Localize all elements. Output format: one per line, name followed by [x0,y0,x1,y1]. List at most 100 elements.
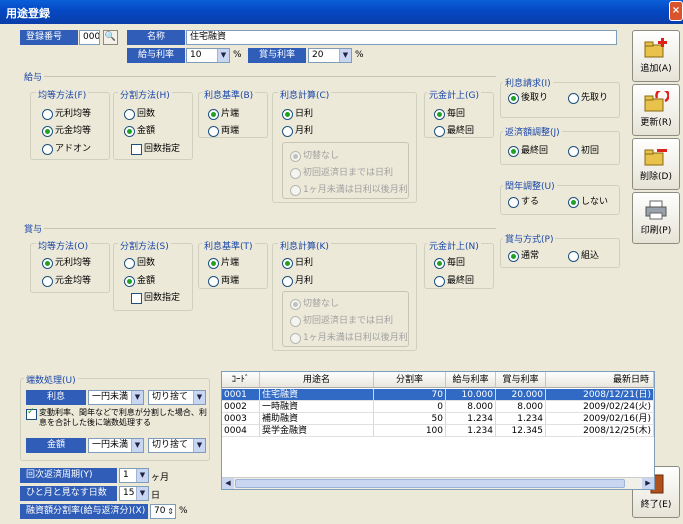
bonus-divider [24,228,496,229]
table-row[interactable]: 0002 一時融資 0 8.000 8.000 2009/02/24(火) [222,401,654,413]
bonus-rate-percent: % [355,50,364,60]
scroll-thumb[interactable] [235,479,625,488]
table-row[interactable]: 0001 住宅融資 70 10.000 20.000 2008/12/21(日) [222,389,654,401]
rounding-sum-check[interactable]: 変動利率、閏年などで利息が分割した場合、利息を合計した後に端数処理する [26,407,208,430]
rounding-amount-unit[interactable]: 一円未満 ▼ [88,438,144,453]
bonus-split-option-2[interactable]: 金額 [124,275,155,287]
salary-split-option-1[interactable]: 回数 [124,108,155,120]
add-button-label: 追加(A) [640,64,672,74]
bonus-calc-option-2[interactable]: 月利 [282,275,313,287]
salary-principal-option-1[interactable]: 毎回 [434,108,465,120]
bonus-equal-option-2[interactable]: 元金均等 [42,275,91,287]
bonus-principal-option-1[interactable]: 毎回 [434,257,465,269]
cell-salary-rate: 8.000 [446,401,496,413]
leap-adjust-option-2[interactable]: しない [568,196,608,208]
rounding-interest-unit-value: 一円未満 [92,392,129,402]
chevron-down-icon[interactable]: ▼ [136,487,148,500]
bonus-base-option-1[interactable]: 片端 [208,257,239,269]
cell-name: 補助融資 [260,413,374,425]
name-label: 名称 [127,30,185,45]
bonus-split-option-1[interactable]: 回数 [124,257,155,269]
bonus-base-label: 利息基準(T) [202,239,255,252]
days-combo[interactable]: 15 ▼ [119,486,149,501]
update-folder-icon [644,91,669,112]
cycle-unit: ヶ月 [151,473,170,483]
cell-code: 0004 [222,425,260,437]
scroll-left-icon[interactable]: ◀ [222,478,234,489]
col-header-bonus-rate[interactable]: 賞与利率 [496,372,546,388]
table-row[interactable]: 0004 奨学金融資 100 1.234 12.345 2008/12/25(木… [222,425,654,437]
bonus-calc-sub-2[interactable]: 初回返済日までは日利 [290,315,393,327]
cell-code: 0001 [222,389,260,401]
col-header-updated[interactable]: 最新日時 [546,372,654,388]
salary-equal-option-3[interactable]: アドオン [42,143,91,155]
rounding-amount-unit-value: 一円未満 [92,440,129,450]
interest-claim-option-2[interactable]: 先取り [568,92,608,104]
add-folder-icon [644,38,667,58]
chevron-down-icon[interactable]: ▼ [131,391,143,404]
rounding-interest-unit[interactable]: 一円未満 ▼ [88,390,144,405]
window-title: 用途登録 [6,7,50,20]
chevron-down-icon[interactable]: ▼ [217,49,229,62]
delete-button[interactable]: 削除(D) [632,138,680,190]
print-button[interactable]: 印刷(P) [632,192,680,244]
spinner-icon[interactable]: ⇕ [167,505,174,518]
salary-calc-sub-1[interactable]: 切替なし [290,150,339,162]
bonus-calc-sub-1[interactable]: 切替なし [290,298,339,310]
salary-calc-option-1[interactable]: 日利 [282,108,313,120]
bonus-split-count-check[interactable]: 回数指定 [131,292,180,304]
salary-split-count-check[interactable]: 回数指定 [131,143,180,155]
chevron-down-icon[interactable]: ▼ [193,391,205,404]
chevron-down-icon[interactable]: ▼ [193,439,205,452]
col-header-split[interactable]: 分割率 [374,372,446,388]
bonus-base-option-2[interactable]: 両端 [208,275,239,287]
bonus-title: 賞与 [22,222,45,235]
chevron-down-icon[interactable]: ▼ [131,439,143,452]
salary-calc-option-2[interactable]: 月利 [282,125,313,137]
update-button-label: 更新(R) [640,118,672,128]
bonus-calc-sub-3[interactable]: 1ヶ月未満は日利以後月利 [290,332,408,344]
salary-calc-sub-3[interactable]: 1ヶ月未満は日利以後月利 [290,184,408,196]
col-header-name[interactable]: 用途名 [260,372,374,388]
update-button[interactable]: 更新(R) [632,84,680,136]
bonus-rate-combo[interactable]: 20 ▼ [308,48,352,63]
cell-split: 100 [374,425,446,437]
repay-adjust-option-2[interactable]: 初回 [568,145,599,157]
cell-updated: 2009/02/16(月) [546,413,654,425]
leap-adjust-option-1[interactable]: する [508,196,539,208]
salary-principal-option-2[interactable]: 最終回 [434,125,474,137]
salary-equal-option-1[interactable]: 元利均等 [42,108,91,120]
table-hscrollbar[interactable]: ◀ ▶ [222,477,654,489]
ratio-spinner[interactable]: 70 ⇕ [150,504,176,519]
salary-base-option-1[interactable]: 片端 [208,108,239,120]
rounding-interest-mode[interactable]: 切り捨て ▼ [148,390,206,405]
bonus-calc-option-1[interactable]: 日利 [282,257,313,269]
bonus-equal-option-1[interactable]: 元利均等 [42,257,91,269]
bonus-principal-option-2[interactable]: 最終回 [434,275,474,287]
close-button[interactable]: × [669,1,683,21]
cycle-combo[interactable]: 1 ▼ [119,468,149,483]
salary-rate-label: 給与利率 [127,48,185,63]
salary-equal-option-2[interactable]: 元金均等 [42,125,91,137]
salary-base-option-2[interactable]: 両端 [208,125,239,137]
cell-salary-rate: 1.234 [446,425,496,437]
add-button[interactable]: 追加(A) [632,30,680,82]
col-header-code[interactable]: ｺｰﾄﾞ [222,372,260,388]
salary-calc-sub-2[interactable]: 初回返済日までは日利 [290,167,393,179]
col-header-salary-rate[interactable]: 給与利率 [446,372,496,388]
reg-no-input[interactable]: 0001 [79,30,100,45]
cell-name: 奨学金融資 [260,425,374,437]
chevron-down-icon[interactable]: ▼ [136,469,148,482]
bonus-method-option-2[interactable]: 組込 [568,250,599,262]
name-input[interactable]: 住宅融資 [186,30,617,45]
repay-adjust-option-1[interactable]: 最終回 [508,145,548,157]
salary-rate-combo[interactable]: 10 ▼ [186,48,230,63]
rounding-amount-mode[interactable]: 切り捨て ▼ [148,438,206,453]
salary-split-option-2[interactable]: 金額 [124,125,155,137]
bonus-method-option-1[interactable]: 通常 [508,250,539,262]
chevron-down-icon[interactable]: ▼ [339,49,351,62]
table-row[interactable]: 0003 補助融資 50 1.234 1.234 2009/02/16(月) [222,413,654,425]
scroll-right-icon[interactable]: ▶ [642,478,654,489]
search-icon[interactable]: 🔍 [103,30,118,45]
interest-claim-option-1[interactable]: 後取り [508,92,548,104]
